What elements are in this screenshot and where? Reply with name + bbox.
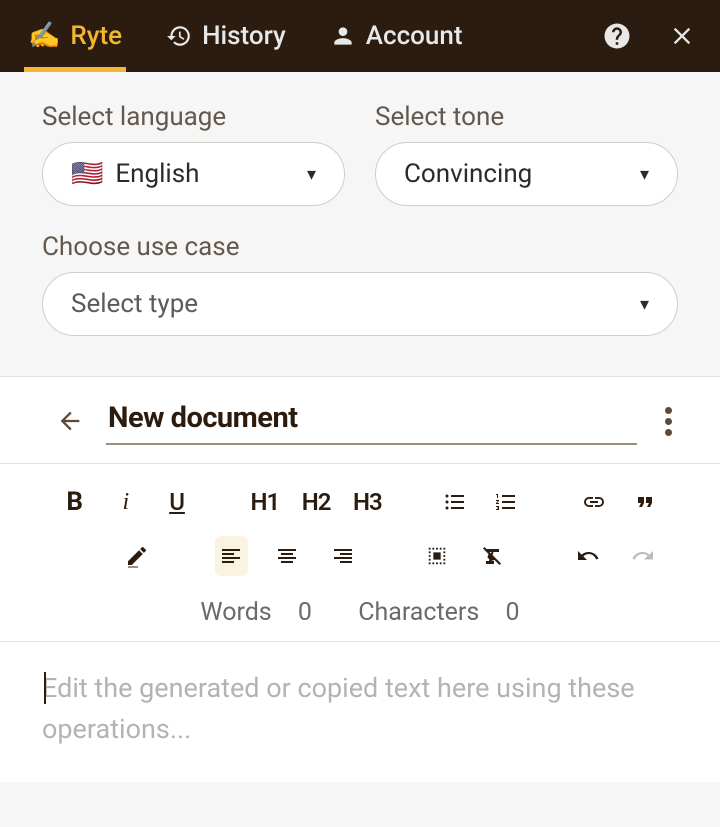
chevron-down-icon: ▾: [640, 164, 649, 185]
select-all-icon: [426, 545, 448, 567]
top-navigation: ✍️ Ryte History Account: [0, 0, 720, 72]
toolbar-row-1: B i U H1 H2 H3: [60, 482, 660, 522]
more-vertical-icon: [665, 407, 672, 414]
usecase-label: Choose use case: [42, 232, 678, 262]
text-cursor: [44, 672, 46, 704]
tab-account-label: Account: [366, 21, 463, 51]
link-icon: [582, 490, 606, 514]
editor-placeholder: Edit the generated or copied text here u…: [42, 668, 678, 749]
quote-icon: [633, 490, 657, 514]
undo-button[interactable]: [571, 536, 605, 576]
tone-select[interactable]: Convincing ▾: [375, 142, 678, 206]
language-label: Select language: [42, 102, 345, 132]
align-right-button[interactable]: [326, 536, 360, 576]
language-value: 🇺🇸 English: [71, 159, 200, 189]
close-button[interactable]: [668, 22, 696, 50]
tab-ryte-label: Ryte: [70, 21, 122, 51]
tone-field: Select tone Convincing ▾: [375, 102, 678, 206]
help-icon: [602, 21, 632, 51]
numbered-list-icon: [494, 490, 518, 514]
chevron-down-icon: ▾: [307, 164, 316, 185]
undo-icon: [576, 544, 600, 568]
config-panel: Select language 🇺🇸 English ▾ Select tone…: [0, 72, 720, 376]
editor-area[interactable]: Edit the generated or copied text here u…: [0, 642, 720, 782]
chevron-down-icon: ▾: [640, 294, 649, 315]
topbar-right: [602, 21, 696, 51]
editor-toolbar: B i U H1 H2 H3: [0, 464, 720, 642]
word-count-bar: Words 0 Characters 0: [60, 590, 660, 627]
person-icon: [330, 23, 356, 49]
bullet-list-icon: [443, 490, 467, 514]
tone-value: Convincing: [404, 159, 532, 189]
toolbar-row-2: [60, 536, 660, 576]
clear-format-icon: [481, 544, 505, 568]
highlight-button[interactable]: [120, 536, 154, 576]
tab-history-label: History: [202, 21, 286, 51]
highlight-icon: [125, 544, 149, 568]
more-menu-button[interactable]: [659, 401, 678, 442]
select-all-button[interactable]: [420, 536, 454, 576]
numbered-list-button[interactable]: [492, 482, 521, 522]
align-left-icon: [219, 544, 243, 568]
tab-ryte[interactable]: ✍️ Ryte: [24, 0, 126, 72]
underline-button[interactable]: U: [162, 482, 191, 522]
words-label: Words 0: [190, 598, 322, 627]
align-center-icon: [275, 544, 299, 568]
usecase-select[interactable]: Select type ▾: [42, 272, 678, 336]
language-field: Select language 🇺🇸 English ▾: [42, 102, 345, 206]
chars-label: Characters 0: [348, 598, 529, 627]
link-button[interactable]: [580, 482, 609, 522]
close-icon: [668, 22, 696, 50]
quote-button[interactable]: [631, 482, 660, 522]
usecase-placeholder: Select type: [71, 289, 198, 319]
align-left-button[interactable]: [215, 536, 249, 576]
h2-button[interactable]: H2: [301, 482, 330, 522]
redo-icon: [631, 544, 655, 568]
document-title-input[interactable]: [106, 397, 637, 445]
document-header: [0, 376, 720, 464]
h1-button[interactable]: H1: [250, 482, 279, 522]
italic-button[interactable]: i: [111, 482, 140, 522]
bold-button[interactable]: B: [60, 482, 89, 522]
align-center-button[interactable]: [270, 536, 304, 576]
tone-label: Select tone: [375, 102, 678, 132]
back-button[interactable]: [56, 407, 84, 435]
write-hand-icon: ✍️: [28, 21, 60, 51]
align-right-icon: [331, 544, 355, 568]
clear-format-button[interactable]: [476, 536, 510, 576]
bullet-list-button[interactable]: [441, 482, 470, 522]
redo-button[interactable]: [626, 536, 660, 576]
tab-history[interactable]: History: [162, 0, 290, 72]
usecase-field: Choose use case Select type ▾: [42, 232, 678, 336]
arrow-left-icon: [56, 407, 84, 435]
tab-account[interactable]: Account: [326, 0, 467, 72]
history-icon: [166, 23, 192, 49]
help-button[interactable]: [602, 21, 632, 51]
flag-icon: 🇺🇸: [71, 159, 103, 189]
language-select[interactable]: 🇺🇸 English ▾: [42, 142, 345, 206]
h3-button[interactable]: H3: [353, 482, 382, 522]
